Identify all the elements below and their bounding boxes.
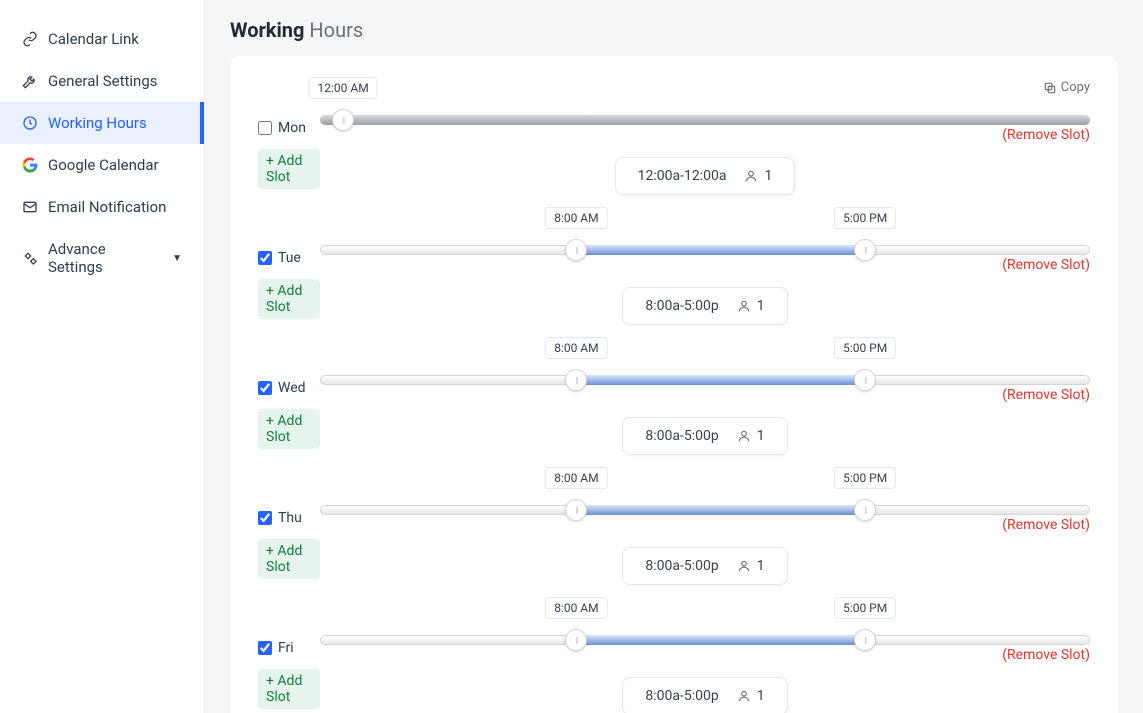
add-slot-thu[interactable]: + Add Slot (258, 539, 320, 579)
slider-handle-left[interactable] (565, 629, 587, 651)
day-label-fri[interactable]: Fri (258, 629, 294, 667)
day-label-mon[interactable]: Mon (258, 109, 306, 147)
mail-icon (22, 199, 38, 215)
summary-chip-wed[interactable]: 8:00a-5:00p 1 (622, 417, 787, 455)
slider-handle-left[interactable] (565, 369, 587, 391)
day-checkbox-fri[interactable] (258, 641, 272, 655)
sidebar-item-label: Working Hours (48, 114, 147, 132)
slider-handle-right[interactable] (854, 629, 876, 651)
slider-fri[interactable]: 8:00 AM 5:00 PM (320, 621, 1090, 665)
sidebar-item-label: Google Calendar (48, 156, 159, 174)
day-checkbox-thu[interactable] (258, 511, 272, 525)
sidebar-item-working-hours[interactable]: Working Hours (0, 102, 204, 144)
slider-tooltip-left: 8:00 AM (545, 467, 607, 489)
day-fri: 8:00 AM 5:00 PM Fri + Add Slot (258, 621, 1090, 713)
sidebar-item-label: Email Notification (48, 198, 166, 216)
user-icon (744, 169, 758, 183)
sidebar: Calendar Link General Settings Working H… (0, 0, 205, 713)
day-tue: 8:00 AM 5:00 PM Tue + Add Slot (258, 231, 1090, 325)
summary-time: 12:00a-12:00a (638, 168, 727, 184)
link-icon (22, 31, 38, 47)
sidebar-item-calendar-link[interactable]: Calendar Link (0, 18, 204, 60)
sidebar-item-google-calendar[interactable]: Google Calendar (0, 144, 204, 186)
sidebar-item-label: General Settings (48, 72, 158, 90)
summary-time: 8:00a-5:00p (645, 688, 718, 704)
day-checkbox-tue[interactable] (258, 251, 272, 265)
add-slot-tue[interactable]: + Add Slot (258, 279, 320, 319)
add-slot-wed[interactable]: + Add Slot (258, 409, 320, 449)
slider-mon[interactable]: 12:00 AM (320, 101, 1090, 145)
user-icon (737, 689, 751, 703)
working-hours-card: Copy 12:00 AM Mon (230, 56, 1118, 713)
slider-tooltip-left: 8:00 AM (545, 207, 607, 229)
sidebar-item-general-settings[interactable]: General Settings (0, 60, 204, 102)
day-thu: 8:00 AM 5:00 PM Thu + Add Slot (258, 491, 1090, 585)
slider-handle-right[interactable] (854, 239, 876, 261)
slider-tue[interactable]: 8:00 AM 5:00 PM (320, 231, 1090, 275)
sidebar-item-advance-settings[interactable]: Advance Settings ▼ (0, 228, 204, 288)
main-content: Working Hours Copy 12:00 AM (205, 0, 1143, 713)
summary-chip-thu[interactable]: 8:00a-5:00p 1 (622, 547, 787, 585)
slider-handle-right[interactable] (854, 369, 876, 391)
slider-tooltip-left: 8:00 AM (545, 597, 607, 619)
wrench-icon (22, 73, 38, 89)
day-label-tue[interactable]: Tue (258, 239, 301, 277)
slider-thu[interactable]: 8:00 AM 5:00 PM (320, 491, 1090, 535)
summary-time: 8:00a-5:00p (645, 558, 718, 574)
slider-handle-left[interactable] (565, 239, 587, 261)
day-label-wed[interactable]: Wed (258, 369, 306, 407)
day-label-thu[interactable]: Thu (258, 499, 302, 537)
slider-handle-left[interactable] (565, 499, 587, 521)
remove-slot-fri[interactable]: (Remove Slot) (1002, 647, 1090, 663)
sidebar-item-label: Calendar Link (48, 30, 139, 48)
slider-tooltip-right: 5:00 PM (834, 207, 896, 229)
user-icon (737, 429, 751, 443)
user-icon (737, 299, 751, 313)
summary-chip-mon[interactable]: 12:00a-12:00a 1 (615, 157, 796, 195)
remove-slot-mon[interactable]: (Remove Slot) (1002, 127, 1090, 143)
clock-icon (22, 115, 38, 131)
copy-icon (1043, 81, 1057, 95)
summary-count: 1 (757, 688, 765, 704)
copy-button[interactable]: Copy (258, 80, 1090, 95)
sidebar-item-label: Advance Settings (48, 240, 158, 276)
day-checkbox-mon[interactable] (258, 121, 272, 135)
summary-time: 8:00a-5:00p (645, 298, 718, 314)
sidebar-item-email-notification[interactable]: Email Notification (0, 186, 204, 228)
summary-time: 8:00a-5:00p (645, 428, 718, 444)
gears-icon (22, 250, 38, 266)
day-checkbox-wed[interactable] (258, 381, 272, 395)
remove-slot-thu[interactable]: (Remove Slot) (1002, 517, 1090, 533)
slider-tooltip-left: 8:00 AM (545, 337, 607, 359)
remove-slot-tue[interactable]: (Remove Slot) (1002, 257, 1090, 273)
slider-tooltip-right: 5:00 PM (834, 597, 896, 619)
summary-chip-tue[interactable]: 8:00a-5:00p 1 (622, 287, 787, 325)
day-wed: 8:00 AM 5:00 PM Wed + Add Slot (258, 361, 1090, 455)
add-slot-fri[interactable]: + Add Slot (258, 669, 320, 709)
summary-count: 1 (757, 428, 765, 444)
slider-tooltip-right: 5:00 PM (834, 337, 896, 359)
day-mon: 12:00 AM Mon + Add Slot (Remove (258, 101, 1090, 195)
copy-label: Copy (1061, 80, 1090, 95)
slider-tooltip-left: 12:00 AM (309, 77, 378, 99)
page-title: Working Hours (230, 0, 1118, 56)
slider-tooltip-right: 5:00 PM (834, 467, 896, 489)
add-slot-mon[interactable]: + Add Slot (258, 149, 320, 189)
summary-chip-fri[interactable]: 8:00a-5:00p 1 (622, 677, 787, 713)
slider-handle-right[interactable] (854, 499, 876, 521)
caret-down-icon: ▼ (172, 253, 182, 264)
summary-count: 1 (757, 298, 765, 314)
remove-slot-wed[interactable]: (Remove Slot) (1002, 387, 1090, 403)
user-icon (737, 559, 751, 573)
summary-count: 1 (764, 168, 772, 184)
slider-handle-left[interactable] (332, 109, 354, 131)
summary-count: 1 (757, 558, 765, 574)
google-icon (22, 157, 38, 173)
slider-wed[interactable]: 8:00 AM 5:00 PM (320, 361, 1090, 405)
